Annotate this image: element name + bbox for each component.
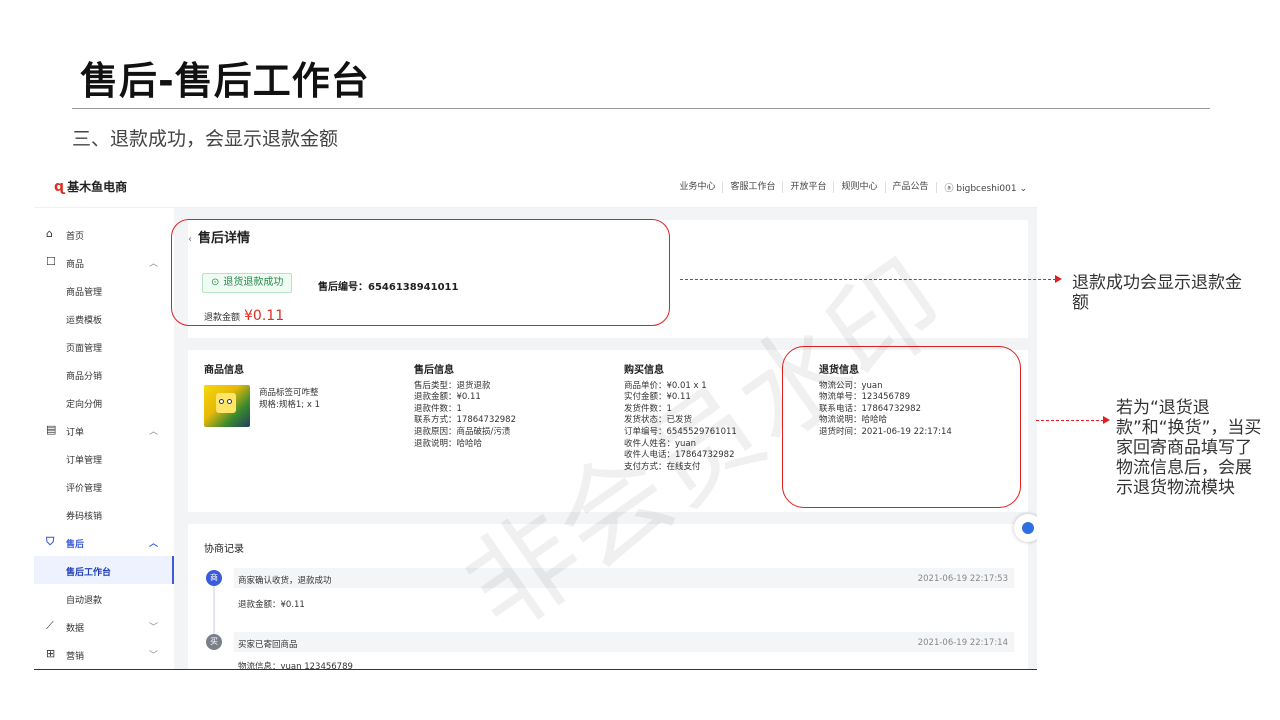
sidebar-item-auto-refund[interactable]: 自动退款 [34, 584, 174, 612]
nav-business-center[interactable]: 业务中心 [672, 182, 724, 193]
chat-float-button[interactable] [1014, 514, 1037, 542]
negotiation-record-detail: 退款金额：¥0.11 [238, 600, 305, 610]
buyer-avatar: 买 [206, 634, 222, 650]
top-bar: ɋ 基木鱼电商 业务中心 客服工作台 开放平台 规则中心 产品公告 ⓐ bigbc… [34, 168, 1037, 208]
logo-icon: ɋ [54, 179, 66, 195]
annotation-note2: 若为“退货退款”和“换货”，当买家回寄商品填写了物流信息后，会展示退货物流模块 [1116, 398, 1262, 498]
chart-icon: ⟋ [46, 619, 54, 632]
nav-cs-workbench[interactable]: 客服工作台 [723, 182, 784, 193]
shield-icon: ⛉ [46, 535, 55, 548]
sidebar: ⌂ 首页 ☐ 商品 ︿ 商品管理 运费模板 页面管理 商品分销 定向分佣 ▤ 订单 ︿ 订… [34, 208, 174, 669]
slide-subtitle: 三、退款成功，会显示退款金额 [72, 128, 339, 150]
product-name: 商品标签可咋整 [259, 388, 319, 398]
sidebar-item-marketing[interactable]: ⊞ 营销 ﹀ [34, 640, 174, 668]
title-divider [72, 108, 1210, 109]
order-icon: ▤ [46, 423, 57, 436]
negotiation-title: 协商记录 [204, 544, 244, 555]
logo[interactable]: ɋ 基木鱼电商 [54, 178, 127, 195]
arrow-note1 [680, 275, 1062, 283]
chevron-up-icon: ︿ [149, 259, 159, 269]
sidebar-item-directed-commission[interactable]: 定向分佣 [34, 388, 174, 416]
sidebar-item-data[interactable]: ⟋ 数据 ﹀ [34, 612, 174, 640]
product-info: 商品信息 [204, 365, 244, 376]
highlight-refund-box [171, 219, 670, 326]
product-details: 商品标签可咋整 规格:规格1; x 1 [259, 388, 320, 411]
arrow-note2 [1036, 416, 1110, 424]
annotation-note1: 退款成功会显示退款金额 [1072, 273, 1242, 313]
nav-product-news[interactable]: 产品公告 [886, 182, 937, 193]
sidebar-item-goods[interactable]: ☐ 商品 ︿ [34, 248, 174, 276]
chevron-down-icon: ﹀ [149, 623, 159, 633]
negotiation-record-detail: 物流信息：yuan 123456789 [238, 662, 353, 670]
chevron-up-icon: ︿ [149, 539, 159, 549]
box-icon: ☐ [46, 255, 56, 268]
home-icon: ⌂ [46, 227, 53, 240]
nav-rules-center[interactable]: 规则中心 [834, 182, 886, 193]
slide-title: 售后-售后工作台 [80, 59, 370, 103]
product-thumbnail[interactable] [204, 385, 250, 427]
user-name: bigbceshi001 [956, 184, 1017, 194]
logo-text: 基木鱼电商 [67, 180, 128, 194]
negotiation-record: 商家确认收货，退款成功 2021-06-19 22:17:53 [234, 568, 1014, 588]
merchant-avatar: 商 [206, 570, 222, 586]
chat-icon [1022, 522, 1034, 534]
sidebar-item-aftersale[interactable]: ⛉ 售后 ︿ [34, 528, 174, 556]
user-icon: ⓐ [944, 184, 957, 194]
sidebar-item-order-manage[interactable]: 订单管理 [34, 444, 174, 472]
sidebar-item-goods-manage[interactable]: 商品管理 [34, 276, 174, 304]
sidebar-item-review-manage[interactable]: 评价管理 [34, 472, 174, 500]
sidebar-item-orders[interactable]: ▤ 订单 ︿ [34, 416, 174, 444]
sidebar-item-home[interactable]: ⌂ 首页 [34, 220, 174, 248]
aftersale-info: 售后信息 售后类型：退货退款 退款金额：¥0.11 退款件数：1 联系方式：17… [414, 365, 516, 449]
product-spec: 规格:规格1; x 1 [259, 399, 320, 410]
chevron-up-icon: ︿ [149, 427, 159, 437]
top-nav: 业务中心 客服工作台 开放平台 规则中心 产品公告 ⓐ bigbceshi001… [672, 181, 1027, 194]
purchase-info: 购买信息 商品单价：¥0.01 x 1 实付金额：¥0.11 发货件数：1 发货… [624, 365, 737, 472]
timeline-line [213, 586, 215, 636]
sidebar-item-freight-template[interactable]: 运费模板 [34, 304, 174, 332]
chevron-down-icon: ﹀ [149, 651, 159, 661]
nav-open-platform[interactable]: 开放平台 [783, 182, 835, 193]
user-menu[interactable]: ⓐ bigbceshi001 ⌄ [937, 181, 1027, 194]
highlight-return-box [782, 346, 1021, 508]
gift-icon: ⊞ [46, 647, 56, 660]
negotiation-record: 买家已寄回商品 2021-06-19 22:17:14 [234, 632, 1014, 652]
chevron-down-icon: ⌄ [1016, 184, 1027, 194]
sidebar-item-coupon-verify[interactable]: 券码核销 [34, 500, 174, 528]
sidebar-item-goods-distribution[interactable]: 商品分销 [34, 360, 174, 388]
sidebar-item-page-manage[interactable]: 页面管理 [34, 332, 174, 360]
sidebar-item-aftersale-workbench[interactable]: 售后工作台 [34, 556, 174, 584]
